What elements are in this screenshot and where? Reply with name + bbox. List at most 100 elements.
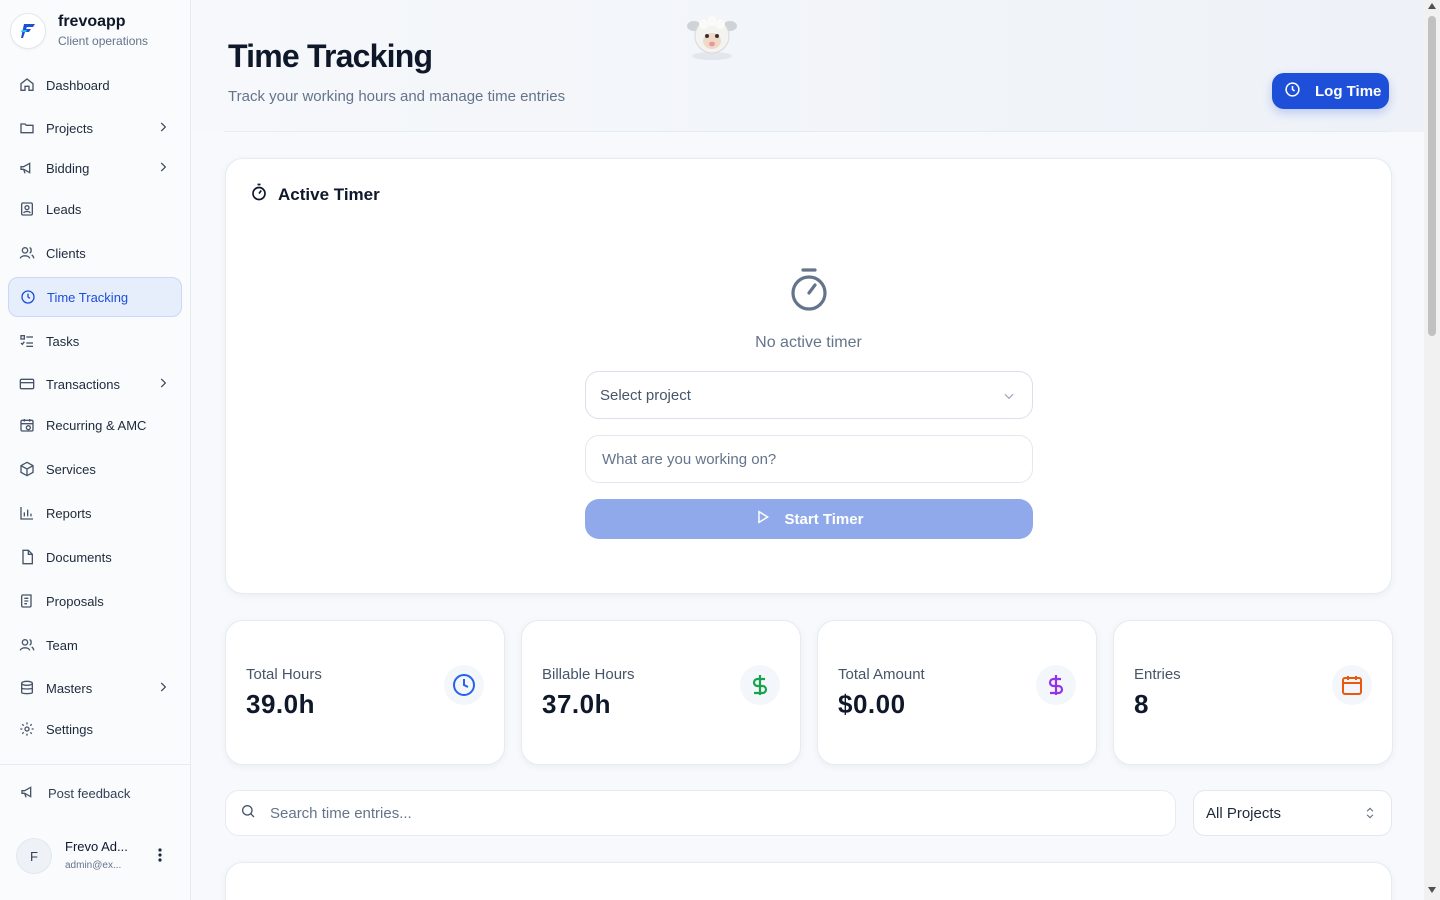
scroll-down-arrow-icon[interactable] xyxy=(1428,887,1436,893)
folder-icon xyxy=(18,119,36,137)
sidebar-item-dashboard[interactable]: Dashboard xyxy=(8,65,182,105)
sidebar: frevoapp Client operations Dashboard Pro… xyxy=(0,0,191,900)
more-vertical-icon[interactable] xyxy=(158,848,162,867)
sidebar-item-label: Recurring & AMC xyxy=(46,417,147,433)
sidebar-item-reports[interactable]: Reports xyxy=(8,493,182,533)
calendar-repeat-icon xyxy=(18,416,36,434)
sidebar-item-masters[interactable]: Masters xyxy=(8,668,182,708)
start-timer-button[interactable]: Start Timer xyxy=(585,499,1033,539)
stat-label: Entries xyxy=(1134,666,1181,683)
stat-card-total-hours: Total Hours 39.0h xyxy=(225,620,505,765)
work-description-input[interactable] xyxy=(585,435,1033,483)
stat-label: Billable Hours xyxy=(542,666,635,683)
sidebar-item-tasks[interactable]: Tasks xyxy=(8,321,182,361)
sidebar-item-proposals[interactable]: Proposals xyxy=(8,581,182,621)
bar-chart-icon xyxy=(18,504,36,522)
avatar: F xyxy=(16,838,52,874)
sidebar-divider xyxy=(0,764,191,765)
gear-icon xyxy=(18,720,36,738)
list-check-icon xyxy=(18,332,36,350)
project-select[interactable]: Select project xyxy=(585,371,1033,419)
user-profile[interactable]: F Frevo Ad... admin@ex... xyxy=(16,838,176,874)
sidebar-item-label: Masters xyxy=(46,680,93,696)
sidebar-item-label: Time Tracking xyxy=(47,289,129,305)
clock-icon xyxy=(444,665,484,705)
sidebar-item-label: Transactions xyxy=(46,376,120,392)
log-time-label: Log Time xyxy=(1315,82,1382,100)
search-input[interactable] xyxy=(270,804,1120,822)
chevron-right-icon xyxy=(156,160,170,177)
stat-label: Total Amount xyxy=(838,666,925,683)
search-icon xyxy=(240,803,256,824)
dollar-icon xyxy=(740,665,780,705)
page-scrollbar[interactable] xyxy=(1424,0,1440,900)
sidebar-item-bidding[interactable]: Bidding xyxy=(8,148,182,188)
chevron-right-icon xyxy=(156,376,170,393)
sidebar-item-label: Leads xyxy=(46,201,82,217)
package-icon xyxy=(18,460,36,478)
sidebar-item-team[interactable]: Team xyxy=(8,625,182,665)
log-time-button[interactable]: Log Time xyxy=(1272,73,1389,109)
credit-card-icon xyxy=(18,375,36,393)
sidebar-item-clients[interactable]: Clients xyxy=(8,233,182,273)
sidebar-item-time-tracking[interactable]: Time Tracking xyxy=(8,277,182,317)
page-title: Time Tracking xyxy=(228,38,433,74)
sidebar-item-transactions[interactable]: Transactions xyxy=(8,364,182,404)
sidebar-item-settings[interactable]: Settings xyxy=(8,709,182,749)
user-name: Frevo Ad... xyxy=(65,839,128,854)
stat-value: 8 xyxy=(1134,689,1149,719)
users-icon xyxy=(18,244,36,262)
dollar-icon xyxy=(1036,665,1076,705)
stat-card-billable-hours: Billable Hours 37.0h xyxy=(521,620,801,765)
play-icon xyxy=(755,509,771,529)
scroll-up-arrow-icon[interactable] xyxy=(1428,3,1436,9)
sidebar-item-label: Dashboard xyxy=(46,77,110,93)
database-icon xyxy=(18,679,36,697)
start-timer-label: Start Timer xyxy=(784,510,864,528)
brand-name: frevoapp xyxy=(58,13,126,30)
active-timer-card: Active Timer No active timer Select proj… xyxy=(225,158,1392,594)
brand-subtitle: Client operations xyxy=(58,34,149,48)
scroll-thumb[interactable] xyxy=(1428,16,1436,336)
sidebar-item-label: Services xyxy=(46,461,96,477)
scroll-icon xyxy=(18,592,36,610)
sidebar-item-services[interactable]: Services xyxy=(8,449,182,489)
brand-logo xyxy=(10,12,46,49)
home-icon xyxy=(18,76,36,94)
stopwatch-icon xyxy=(789,267,829,318)
sidebar-item-documents[interactable]: Documents xyxy=(8,537,182,577)
clock-icon xyxy=(19,288,37,306)
project-filter-select[interactable]: All Projects xyxy=(1193,790,1392,836)
sidebar-item-label: Documents xyxy=(46,549,112,565)
sidebar-item-label: Team xyxy=(46,637,78,653)
calendar-icon xyxy=(1332,665,1372,705)
time-entries-card xyxy=(225,862,1392,900)
chevron-right-icon xyxy=(156,680,170,697)
main-content: Time Tracking Track your working hours a… xyxy=(192,0,1424,900)
sidebar-item-label: Bidding xyxy=(46,160,90,176)
team-icon xyxy=(18,636,36,654)
clock-icon xyxy=(1284,81,1301,102)
brand[interactable]: frevoapp Client operations xyxy=(10,12,148,49)
no-active-timer-text: No active timer xyxy=(755,334,862,351)
header-divider xyxy=(224,131,1390,132)
sidebar-item-label: Settings xyxy=(46,721,93,737)
post-feedback-label: Post feedback xyxy=(48,786,131,801)
megaphone-icon xyxy=(20,784,36,803)
sidebar-item-label: Tasks xyxy=(46,333,80,349)
active-timer-title: Active Timer xyxy=(278,184,380,204)
sidebar-item-recurring-amc[interactable]: Recurring & AMC xyxy=(8,405,182,445)
project-select-value: Select project xyxy=(600,386,691,404)
chevrons-up-down-icon xyxy=(1363,805,1377,825)
post-feedback-link[interactable]: Post feedback xyxy=(20,784,130,803)
file-icon xyxy=(18,548,36,566)
stat-value: 37.0h xyxy=(542,689,611,719)
sidebar-item-leads[interactable]: Leads xyxy=(8,189,182,229)
sidebar-item-label: Projects xyxy=(46,120,93,136)
stat-label: Total Hours xyxy=(246,666,322,683)
stopwatch-icon xyxy=(250,183,268,206)
project-filter-value: All Projects xyxy=(1206,804,1282,822)
contact-icon xyxy=(18,200,36,218)
sidebar-item-projects[interactable]: Projects xyxy=(8,108,182,148)
megaphone-icon xyxy=(18,159,36,177)
